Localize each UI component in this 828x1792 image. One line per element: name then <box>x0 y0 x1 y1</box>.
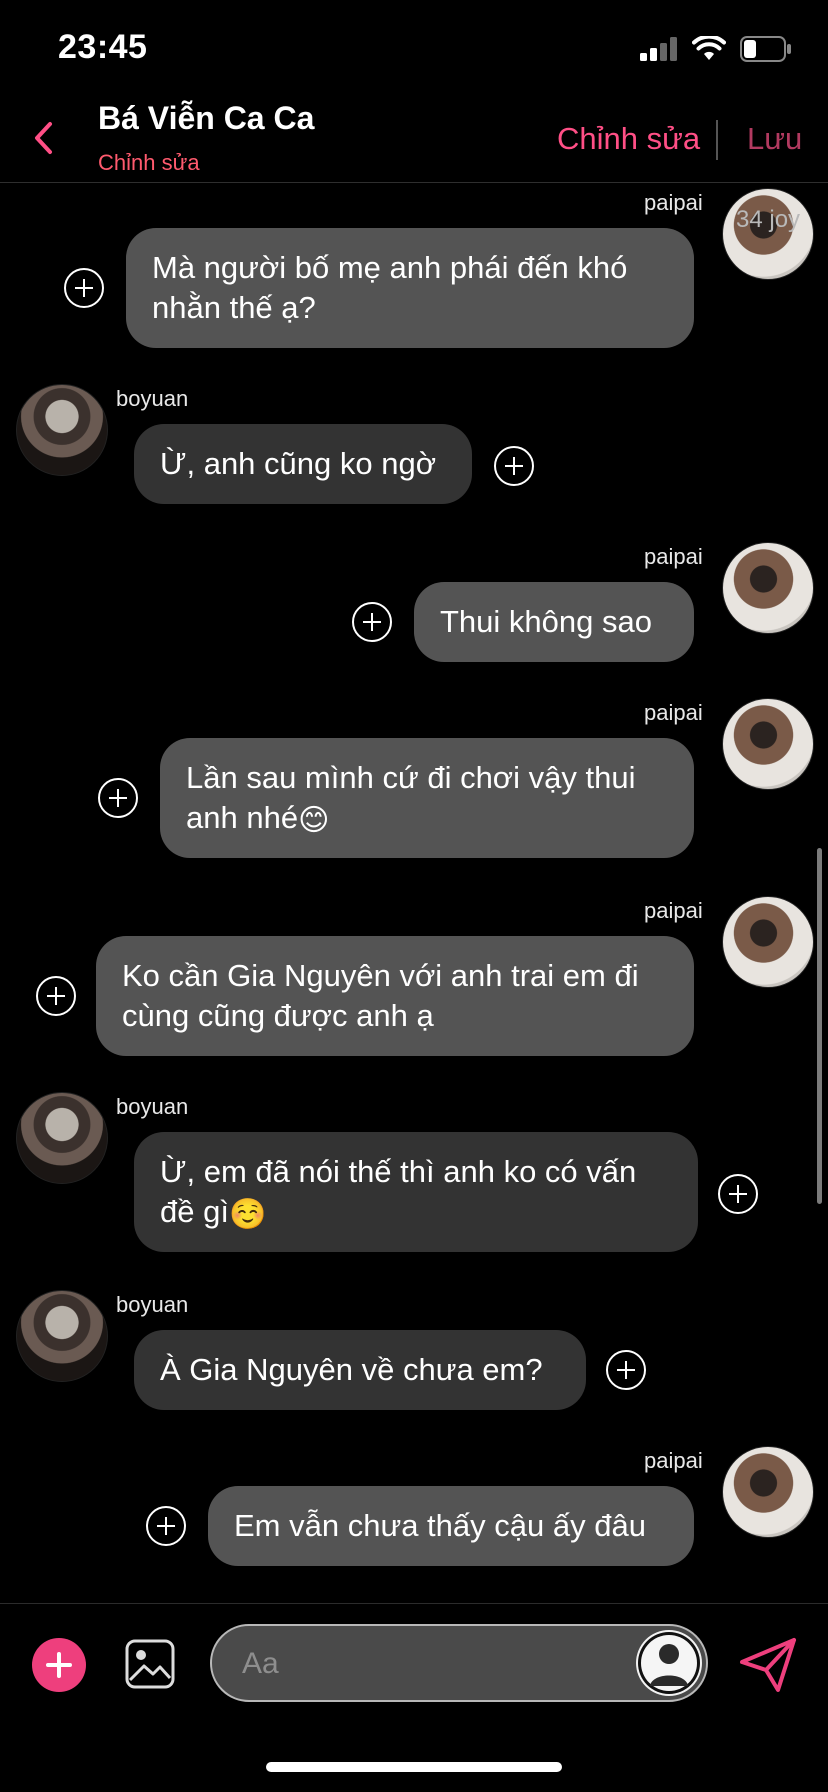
sender-name: paipai <box>644 898 703 923</box>
message-bubble[interactable]: Thui không sao <box>414 582 694 662</box>
plus-circle-icon <box>363 613 381 631</box>
add-reaction-button[interactable] <box>36 976 76 1016</box>
sender-name: paipai <box>644 700 703 725</box>
sender-name: paipai <box>644 190 703 215</box>
message-line: cùng cũng được anh ạ <box>122 998 434 1033</box>
message-input[interactable] <box>240 1626 604 1702</box>
add-reaction-button[interactable] <box>718 1174 758 1214</box>
message-bubble[interactable]: Em vẫn chưa thấy cậu ấy đâu <box>208 1486 694 1566</box>
message-line: Lần sau mình cứ đi chơi vậy thui <box>186 760 636 795</box>
smiling-face-emoji-icon: ☺️ <box>228 1198 267 1231</box>
wifi-icon <box>692 36 726 60</box>
avatar[interactable] <box>722 542 814 634</box>
plus-circle-icon <box>109 789 127 807</box>
message-bubble[interactable]: Ko cần Gia Nguyên với anh trai em đi cùn… <box>96 936 694 1056</box>
sender-name: boyuan <box>116 1292 189 1317</box>
add-reaction-button[interactable] <box>146 1506 186 1546</box>
avatar[interactable] <box>722 188 814 280</box>
add-reaction-button[interactable] <box>98 778 138 818</box>
message-line: Thui không sao <box>440 604 652 639</box>
sender-name: paipai <box>644 544 703 569</box>
plus-circle-icon <box>75 279 93 297</box>
status-icons <box>640 36 792 62</box>
message-bubble[interactable]: Ừ, em đã nói thế thì anh ko có vấn đề gì… <box>134 1132 698 1252</box>
overlay-label: 34 joy <box>736 206 801 233</box>
home-indicator <box>266 1762 562 1772</box>
message-line-with-emoji: đề gì☺️ <box>160 1192 672 1232</box>
profile-icon[interactable] <box>636 1630 702 1696</box>
back-chevron-icon[interactable] <box>30 118 60 158</box>
avatar[interactable] <box>16 1290 108 1382</box>
status-time: 23:45 <box>58 28 148 66</box>
message-text: anh nhé <box>186 800 299 835</box>
sender-name: boyuan <box>116 386 189 411</box>
image-icon[interactable] <box>124 1638 176 1690</box>
message-bubble[interactable]: Mà người bố mẹ anh phái đến khó nhằn thế… <box>126 228 694 348</box>
message-line: Em vẫn chưa thấy cậu ấy đâu <box>234 1508 646 1543</box>
sender-name: paipai <box>644 1448 703 1473</box>
avatar[interactable] <box>16 1092 108 1184</box>
message-text: đề gì <box>160 1194 229 1229</box>
plus-icon <box>46 1652 72 1678</box>
message-bubble[interactable]: Lần sau mình cứ đi chơi vậy thui anh nhé… <box>160 738 694 858</box>
footer-divider <box>0 1603 828 1604</box>
battery-icon <box>740 36 791 62</box>
smiling-face-emoji-icon: 😊 <box>298 804 330 837</box>
avatar[interactable] <box>722 896 814 988</box>
sender-name: boyuan <box>116 1094 189 1119</box>
chat-title: Bá Viễn Ca Ca <box>98 100 315 136</box>
send-icon[interactable] <box>738 1636 798 1694</box>
message-line: À Gia Nguyên về chưa em? <box>160 1352 543 1387</box>
plus-circle-icon <box>505 457 523 475</box>
message-line: Mà người bố mẹ anh phái đến khó <box>152 250 628 285</box>
avatar[interactable] <box>16 384 108 476</box>
chat-subtitle: Chỉnh sửa <box>98 150 200 175</box>
save-button[interactable]: Lưu <box>747 121 802 157</box>
add-button[interactable] <box>32 1638 86 1692</box>
avatar[interactable] <box>722 1446 814 1538</box>
header-divider <box>0 182 828 183</box>
message-line: nhằn thế ạ? <box>152 290 316 325</box>
plus-circle-icon <box>617 1361 635 1379</box>
message-line: Ko cần Gia Nguyên với anh trai em đi <box>122 958 639 993</box>
add-reaction-button[interactable] <box>352 602 392 642</box>
message-bubble[interactable]: Ừ, anh cũng ko ngờ <box>134 424 472 504</box>
avatar[interactable] <box>722 698 814 790</box>
message-line: Ừ, anh cũng ko ngờ <box>160 446 437 481</box>
plus-circle-icon <box>729 1185 747 1203</box>
edit-button[interactable]: Chỉnh sửa <box>557 121 700 157</box>
signal-icon <box>640 37 677 61</box>
message-bubble[interactable]: À Gia Nguyên về chưa em? <box>134 1330 586 1410</box>
message-line-with-emoji: anh nhé😊 <box>186 798 668 838</box>
add-reaction-button[interactable] <box>64 268 104 308</box>
scrollbar[interactable] <box>817 848 822 1204</box>
add-reaction-button[interactable] <box>606 1350 646 1390</box>
message-line: Ừ, em đã nói thế thì anh ko có vấn <box>160 1154 637 1189</box>
add-reaction-button[interactable] <box>494 446 534 486</box>
plus-circle-icon <box>47 987 65 1005</box>
message-composer <box>210 1624 708 1702</box>
plus-circle-icon <box>157 1517 175 1535</box>
header-separator <box>716 120 718 160</box>
